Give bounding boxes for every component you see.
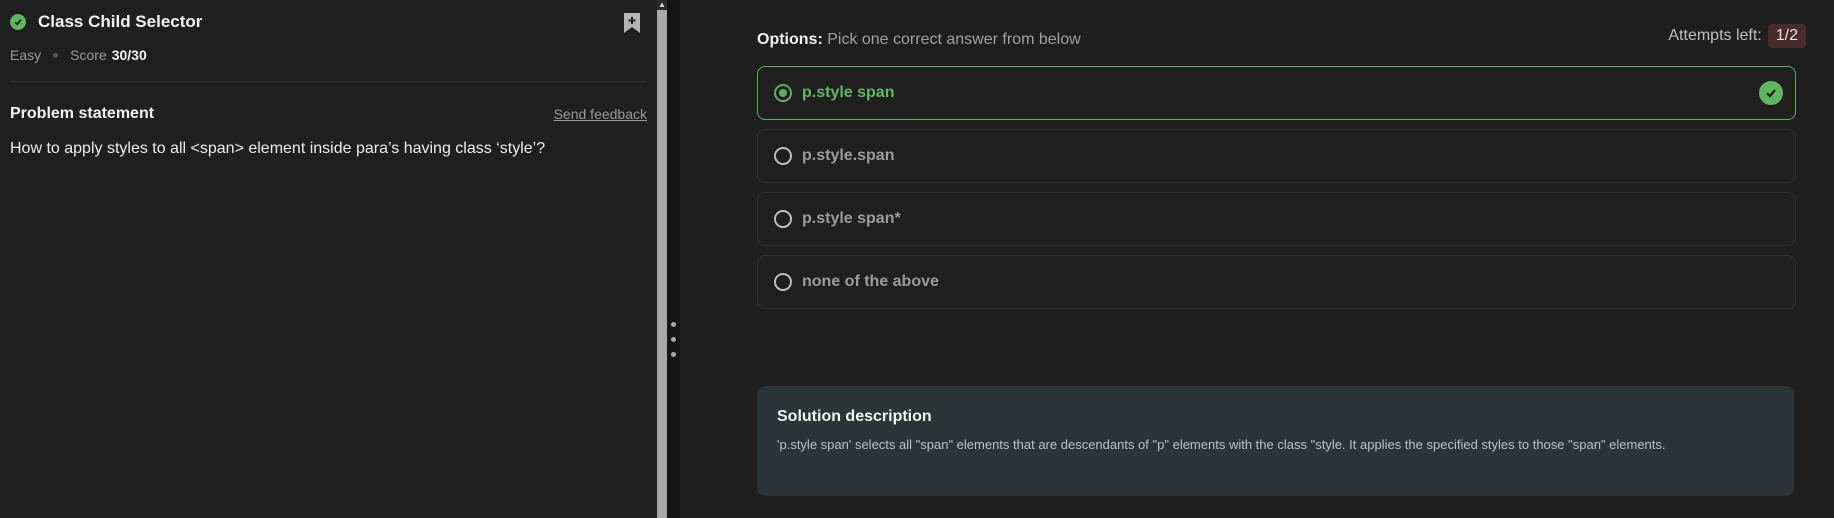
left-panel-scrollbar[interactable] [657,0,667,518]
problem-header: Class Child Selector [10,12,202,32]
attempts-badge: 1/2 [1767,24,1806,48]
attempts-label: Attempts left: [1668,27,1762,44]
attempts-left: Attempts left: 1/2 [1668,24,1806,48]
option-item[interactable]: p.style span [757,66,1796,120]
option-label: p.style span [802,84,895,101]
check-circle-icon [10,14,26,30]
option-item[interactable]: none of the above [757,255,1796,309]
problem-meta: Easy Score 30/30 [10,47,147,63]
options-label-bold: Options: [757,31,823,48]
problem-panel: Class Child Selector Easy Score 30/30 Pr… [0,0,660,518]
divider [10,81,647,82]
scroll-up-arrow-icon[interactable]: ▲ [657,0,667,10]
options-instruction: Options: Pick one correct answer from be… [757,31,1081,49]
check-circle-icon [1759,81,1783,105]
radio-icon[interactable] [774,273,792,291]
options-label-text: Pick one correct answer from below [822,31,1081,48]
problem-title: Class Child Selector [38,12,203,31]
statement-header: Problem statement Send feedback [10,105,647,123]
send-feedback-link[interactable]: Send feedback [554,106,647,122]
radio-selected-icon[interactable] [774,84,792,102]
solution-text: 'p.style span' selects all "span" elemen… [777,437,1666,452]
solution-title: Solution description [777,408,932,425]
option-label: p.style span* [802,210,901,227]
option-label: none of the above [802,273,939,290]
radio-icon[interactable] [774,147,792,165]
score-label: Score [70,47,107,63]
problem-statement: How to apply styles to all <span> elemen… [10,140,546,157]
drag-handle-icon[interactable] [671,322,676,367]
bookmark-add-icon[interactable] [623,12,641,34]
score-value: 30/30 [111,47,147,63]
solution-card: Solution description 'p.style span' sele… [757,386,1794,496]
option-label: p.style.span [802,147,895,164]
option-item[interactable]: p.style.span [757,129,1796,183]
option-item[interactable]: p.style span* [757,192,1796,246]
difficulty-label: Easy [10,47,42,63]
statement-heading: Problem statement [10,105,155,122]
options-panel: Options: Pick one correct answer from be… [680,0,1834,518]
separator-dot [53,52,59,58]
panel-resizer[interactable] [667,0,680,518]
radio-icon[interactable] [774,210,792,228]
